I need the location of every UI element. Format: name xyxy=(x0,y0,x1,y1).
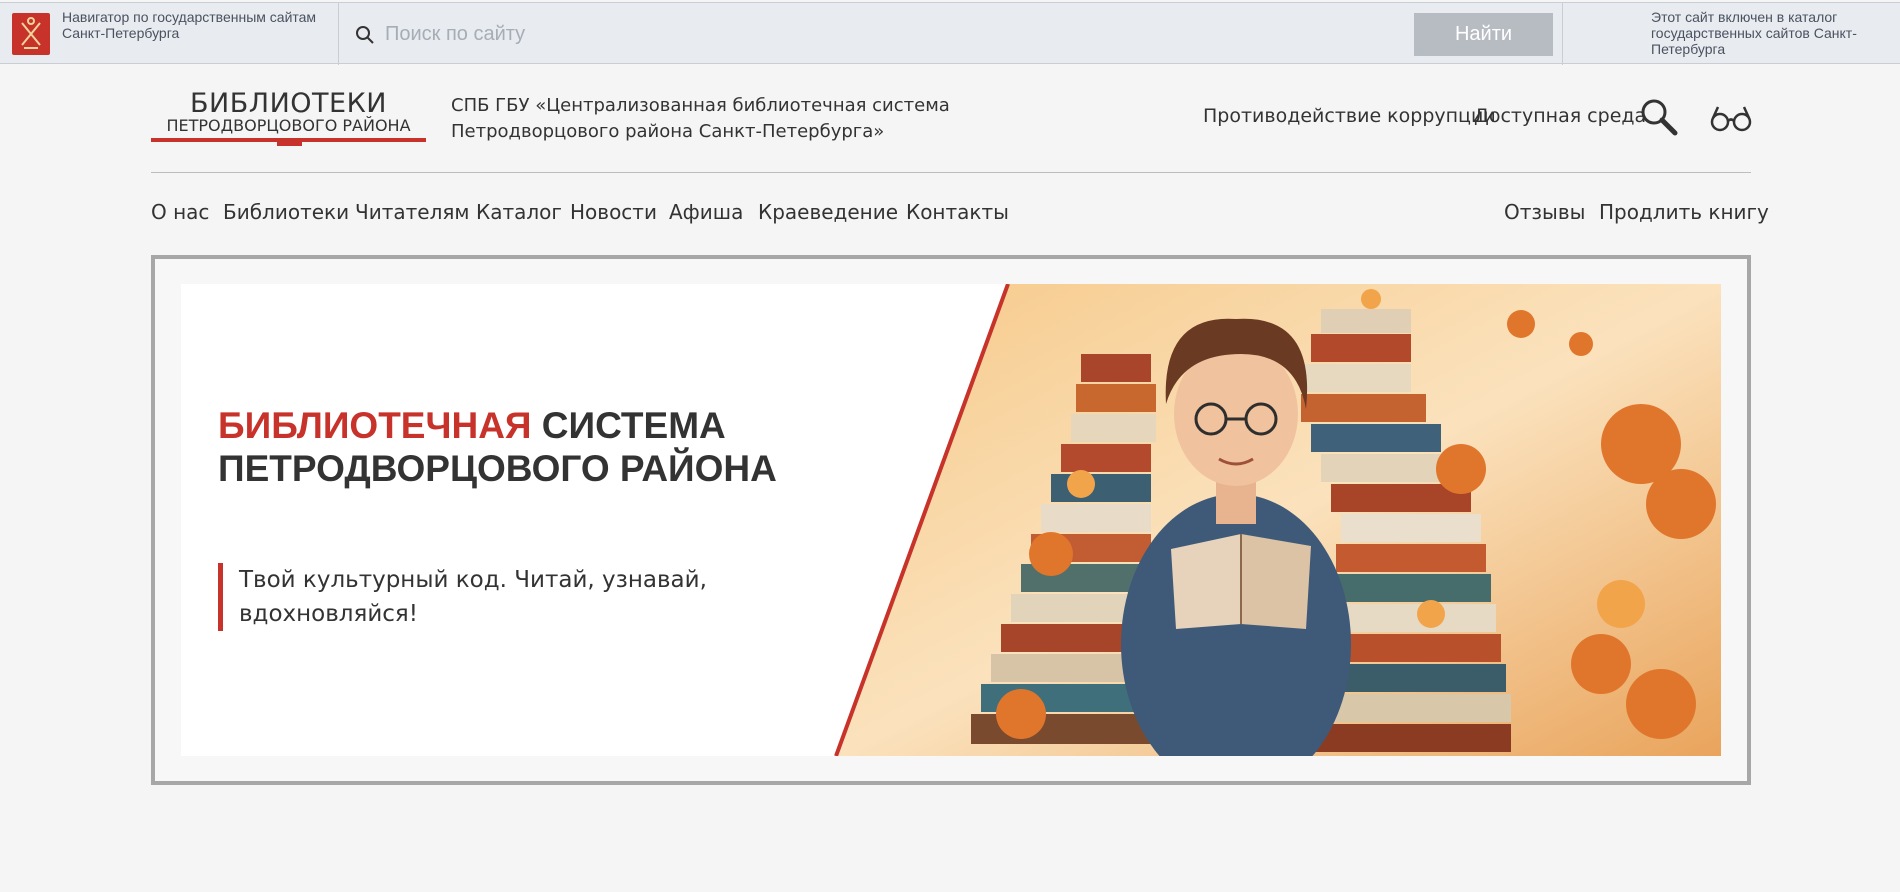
logo-notch xyxy=(277,138,302,146)
gov-search-area: Найти xyxy=(339,3,1563,65)
glasses-icon[interactable] xyxy=(1710,104,1752,132)
spb-emblem-icon xyxy=(12,13,50,55)
organization-name: СПБ ГБУ «Централизованная библиотечная с… xyxy=(451,95,950,142)
nav-item-local-history[interactable]: Краеведение xyxy=(758,199,898,225)
hero-banner-frame: БИБЛИОТЕЧНАЯ СИСТЕМА ПЕТРОДВОРЦОВОГО РАЙ… xyxy=(151,255,1751,785)
nav-item-reviews[interactable]: Отзывы xyxy=(1504,199,1585,225)
accessible-environment-link[interactable]: Доступная среда xyxy=(1474,105,1646,127)
nav-item-libraries[interactable]: Библиотеки xyxy=(223,199,349,225)
banner-subtitle: Твой культурный код. Читай, узнавай, вдо… xyxy=(218,563,718,631)
nav-item-about[interactable]: О нас xyxy=(151,199,209,225)
nav-item-events[interactable]: Афиша xyxy=(669,199,743,225)
nav-item-catalog[interactable]: Каталог xyxy=(476,199,562,225)
gov-navigator-text: Навигатор по государственным сайтам Санк… xyxy=(62,9,317,41)
banner-title-accent: БИБЛИОТЕЧНАЯ xyxy=(218,405,532,446)
banner-title: БИБЛИОТЕЧНАЯ СИСТЕМА ПЕТРОДВОРЦОВОГО РАЙ… xyxy=(218,404,778,490)
site-search-input[interactable] xyxy=(385,15,1385,53)
nav-item-renew-book[interactable]: Продлить книгу xyxy=(1599,199,1769,225)
hero-banner[interactable]: БИБЛИОТЕЧНАЯ СИСТЕМА ПЕТРОДВОРЦОВОГО РАЙ… xyxy=(181,284,1721,756)
logo-line2: ПЕТРОДВОРЦОВОГО РАЙОНА xyxy=(166,116,411,135)
gov-navigator-link[interactable]: Навигатор по государственным сайтам Санк… xyxy=(0,3,339,65)
logo-line1: БИБЛИОТЕКИ xyxy=(190,88,387,119)
site-logo[interactable]: БИБЛИОТЕКИ ПЕТРОДВОРЦОВОГО РАЙОНА xyxy=(151,90,426,146)
nav-item-readers[interactable]: Читателям xyxy=(355,199,469,225)
gov-catalog-note[interactable]: Этот сайт включен в каталог государствен… xyxy=(1651,9,1891,57)
magnifier-icon[interactable] xyxy=(1640,98,1678,136)
nav-item-contacts[interactable]: Контакты xyxy=(906,199,1009,225)
banner-illustration xyxy=(834,284,1721,756)
header-divider xyxy=(151,172,1751,173)
nav-item-news[interactable]: Новости xyxy=(570,199,657,225)
search-submit-button[interactable]: Найти xyxy=(1414,13,1553,56)
anticorruption-link[interactable]: Противодействие коррупции xyxy=(1203,105,1496,127)
gov-navigator-bar: Навигатор по государственным сайтам Санк… xyxy=(0,2,1900,65)
search-icon xyxy=(356,26,374,44)
